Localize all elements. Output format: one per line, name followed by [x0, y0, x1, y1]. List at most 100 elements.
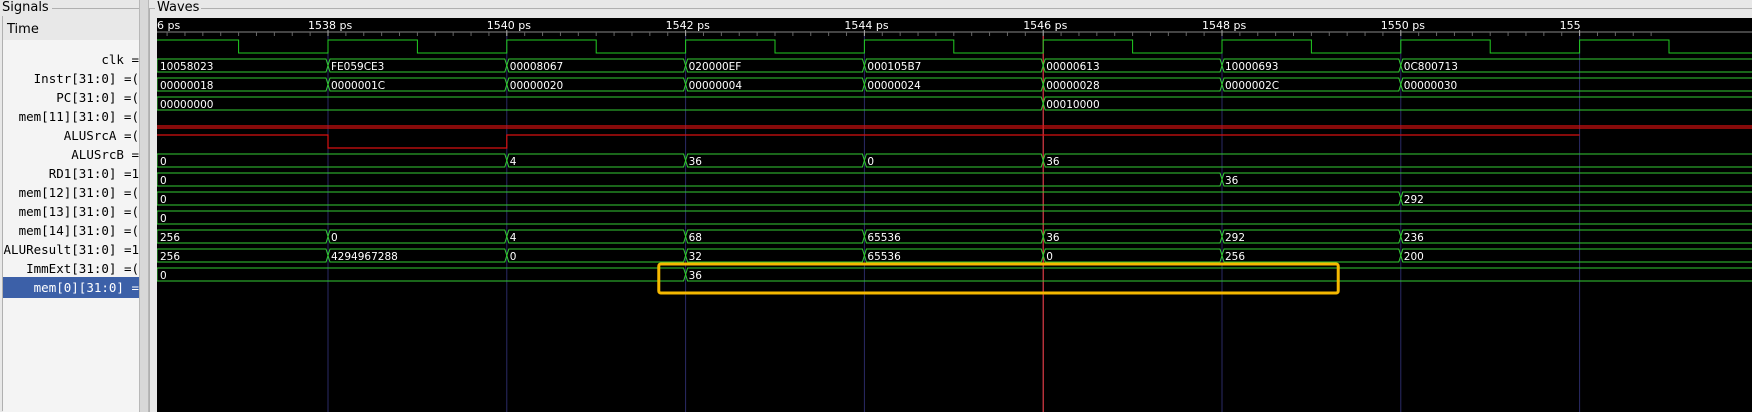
signal-name: PC[31:0] =(	[56, 90, 139, 105]
bus-value: 292	[1225, 232, 1245, 244]
bus-value: 0	[867, 156, 874, 168]
bus-value: 36	[689, 270, 703, 282]
timeline-label: 1544 ps	[844, 19, 888, 32]
signals-list[interactable]: Time clk = Instr[31:0] =(PC[31:0] =(mem[1…	[3, 20, 139, 412]
bus-segment	[1221, 248, 1402, 263]
bus-value: 0	[160, 270, 167, 282]
signal-name: Instr[31:0] =(	[33, 71, 139, 86]
bus-value: 36	[1046, 156, 1060, 168]
waveform-svg[interactable]: 6 ps 1538 ps 1540 ps 1542 ps 1544 ps 1546 ps 1…	[157, 18, 1752, 412]
signal-name: mem[12][31:0] =(	[18, 185, 139, 200]
bus-segment	[1400, 191, 1752, 206]
bus-segment	[863, 153, 1044, 168]
bus-value: 00000030	[1404, 80, 1457, 92]
signal-name: mem[0][31:0] =	[33, 280, 139, 295]
signal-row[interactable]: mem[13][31:0] =(	[3, 201, 139, 222]
bus-value: 00000018	[160, 80, 213, 92]
bus-value: 00010000	[1046, 99, 1099, 111]
bus-value: 4	[510, 232, 517, 244]
bus-value: 0	[160, 156, 167, 168]
bus-value: 292	[1404, 194, 1424, 206]
signal-name: RD1[31:0] =1	[48, 166, 139, 181]
signal-row[interactable]: mem[14][31:0] =(	[3, 220, 139, 241]
waves-panel-title: Waves	[155, 0, 202, 16]
signal-name: mem[14][31:0] =(	[18, 223, 139, 238]
timeline-label: 1540 ps	[487, 19, 531, 32]
signals-panel-title: Signals	[2, 0, 52, 16]
timeline-label: 1538 ps	[308, 19, 352, 32]
bus-segment	[685, 153, 865, 168]
panel-splitter[interactable]	[139, 0, 149, 412]
wave-canvas[interactable]: 6 ps 1538 ps 1540 ps 1542 ps 1544 ps 1546 ps 1…	[157, 18, 1752, 412]
bus-value: 00000020	[510, 80, 563, 92]
bus-segment	[157, 153, 508, 168]
bus-segment	[1221, 229, 1402, 244]
bus-value: 00008067	[510, 61, 563, 73]
bus-value: 0	[160, 194, 167, 206]
bus-segment	[157, 267, 687, 282]
bus-value: 0C800713	[1404, 61, 1458, 73]
bus-value: 36	[1046, 232, 1060, 244]
signal-name: mem[11][31:0] =(	[18, 109, 139, 124]
signal-row[interactable]: clk =	[3, 49, 139, 70]
bus-value: 36	[689, 156, 703, 168]
bus-value: 00000024	[867, 80, 921, 92]
bus-value: 00000613	[1046, 61, 1099, 73]
bus-segment	[685, 229, 865, 244]
bus-segment	[1400, 229, 1752, 244]
bus-segment	[506, 248, 687, 263]
bus-value: 0000002C	[1225, 80, 1279, 92]
bus-segment	[1042, 96, 1752, 111]
bus-value: 4294967288	[331, 251, 398, 263]
timeline-label: 155	[1560, 19, 1581, 32]
bus-segment	[157, 210, 1752, 225]
signal-row[interactable]: PC[31:0] =(	[3, 87, 139, 108]
timeline-label: 1542 ps	[666, 19, 710, 32]
bus-segment	[327, 229, 508, 244]
bus-value: 00000004	[689, 80, 743, 92]
bus-value: 020000EF	[689, 61, 742, 73]
bus-segment	[685, 267, 1752, 282]
bus-value: 0	[160, 213, 167, 225]
bus-value: 10000693	[1225, 61, 1278, 73]
bus-value: 256	[160, 232, 180, 244]
bus-value: 236	[1404, 232, 1424, 244]
bus-value: 0	[331, 232, 338, 244]
bus-value: 36	[1225, 175, 1239, 187]
bus-segment	[157, 172, 1223, 187]
bus-value: 4	[510, 156, 517, 168]
bus-value: 32	[689, 251, 702, 263]
bus-value: 256	[1225, 251, 1245, 263]
bus-value: 0	[160, 175, 167, 187]
signal-name: mem[13][31:0] =(	[18, 204, 139, 219]
signal-name: clk =	[101, 52, 139, 67]
signal-row[interactable]: mem[0][31:0] =	[3, 277, 139, 298]
waves-panel: Waves 6 ps 1538 ps 1540 ps 1542 ps 1544 ps 15…	[149, 0, 1752, 412]
bus-segment	[1221, 172, 1752, 187]
clk-waveform	[157, 39, 1752, 54]
signal-name: ALUSrcA =(	[63, 128, 139, 143]
timeline-label: 1548 ps	[1202, 19, 1246, 32]
signal-row[interactable]: Instr[31:0] =(	[3, 68, 139, 89]
bus-segment	[1042, 153, 1752, 168]
bus-value: 00000028	[1046, 80, 1099, 92]
bus-segment	[685, 248, 865, 263]
signal-row[interactable]: ImmExt[31:0] =(	[3, 258, 139, 279]
bus-segment	[157, 229, 329, 244]
signals-panel: Signals Time clk = Instr[31:0] =(PC[31:0]…	[0, 0, 140, 412]
signal-row[interactable]: ALUSrcA =(	[3, 125, 139, 146]
alusrcb-waveform	[157, 134, 1580, 149]
bus-segment	[157, 191, 1402, 206]
signal-row[interactable]: ALUResult[31:0] =1	[3, 239, 139, 260]
bus-value: 00000000	[160, 99, 213, 111]
bus-segment	[157, 248, 329, 263]
signal-row[interactable]: mem[11][31:0] =(	[3, 106, 139, 127]
timeline-label: 1546 ps	[1023, 19, 1067, 32]
signal-row[interactable]: ALUSrcB =	[3, 144, 139, 165]
signal-row[interactable]: mem[12][31:0] =(	[3, 182, 139, 203]
signal-name: ImmExt[31:0] =(	[26, 261, 139, 276]
signal-row[interactable]: RD1[31:0] =1	[3, 163, 139, 184]
timeline-label: 1550 ps	[1381, 19, 1425, 32]
signal-name: ALUResult[31:0] =1	[3, 242, 139, 257]
bus-value: 0000001C	[331, 80, 385, 92]
